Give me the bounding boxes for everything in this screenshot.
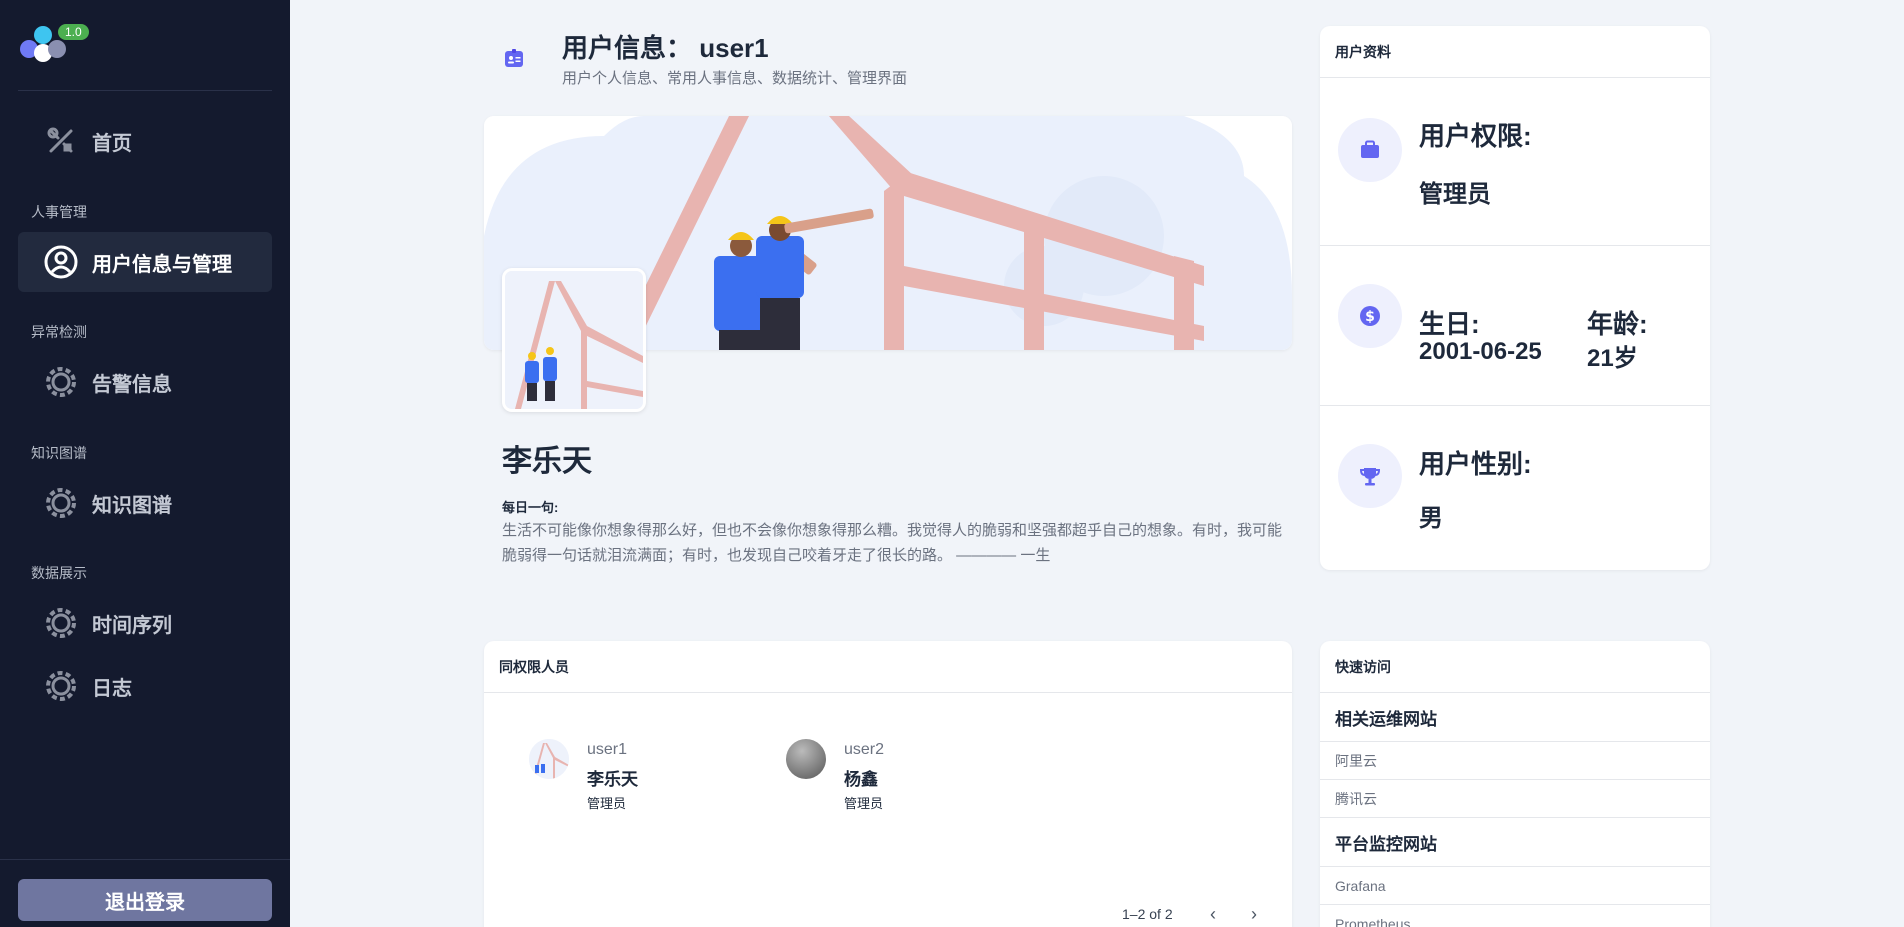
quick-access-link[interactable]: Prometheus <box>1320 905 1710 927</box>
logout-button[interactable]: 退出登录 <box>18 879 272 921</box>
avatar <box>786 739 826 779</box>
member-username: user2 <box>844 741 885 758</box>
permission-label: 用户权限: <box>1419 121 1532 151</box>
sidebar-item-label: 日志 <box>92 677 132 700</box>
gender-value: 男 <box>1419 505 1443 532</box>
avatar <box>502 268 646 412</box>
chevron-left-icon[interactable]: ‹ <box>1203 904 1223 924</box>
card-title: 同权限人员 <box>484 641 1292 693</box>
quick-access-link[interactable]: 腾讯云 <box>1320 780 1710 818</box>
member-name: 李乐天 <box>587 770 638 789</box>
sidebar-item-alerts[interactable]: 告警信息 <box>18 352 272 412</box>
user-info-card: 用户资料 用户权限: 管理员 $ 生日: 2001-06-25 年龄: 21岁 … <box>1320 26 1710 570</box>
birthday-value: 2001-06-25 <box>1419 338 1542 365</box>
app-logo[interactable]: 1.0 <box>18 24 89 64</box>
page-subtitle: 用户个人信息、常用人事信息、数据统计、管理界面 <box>562 70 908 87</box>
sidebar-item-user-management[interactable]: 用户信息与管理 <box>18 232 272 292</box>
sidebar-section-title: 人事管理 <box>31 204 87 220</box>
gender-row: 用户性别: 男 <box>1320 406 1710 570</box>
member-item[interactable]: user1 李乐天 管理员 <box>529 739 729 819</box>
sidebar-section-title: 异常检测 <box>31 324 87 340</box>
gear-icon <box>44 606 78 640</box>
member-username: user1 <box>587 741 628 758</box>
page-title: 用户信息： user1 <box>562 33 769 63</box>
trophy-icon <box>1338 444 1402 508</box>
sidebar: 1.0 首页 人事管理 用户信息与管理 异常检测 告警信息 知识图谱 知识图谱 … <box>0 0 290 927</box>
sidebar-divider <box>18 90 272 91</box>
dollar-icon: $ <box>1338 284 1402 348</box>
member-item[interactable]: user2 杨鑫 管理员 <box>786 739 986 819</box>
sidebar-item-label: 用户信息与管理 <box>92 253 232 276</box>
sidebar-item-label: 时间序列 <box>92 614 172 637</box>
motto-label: 每日一句: <box>502 500 559 515</box>
pagination-label: 1–2 of 2 <box>1122 906 1173 922</box>
age-value: 21岁 <box>1587 345 1638 372</box>
profile-name: 李乐天 <box>502 445 592 478</box>
sidebar-section-title: 数据展示 <box>31 565 87 581</box>
gender-label: 用户性别: <box>1419 449 1532 479</box>
briefcase-icon <box>1338 118 1402 182</box>
version-badge: 1.0 <box>58 24 89 40</box>
permission-value: 管理员 <box>1419 181 1491 208</box>
peers-card: 同权限人员 user1 李乐天 管理员 user2 杨鑫 管理员 <box>484 641 1292 927</box>
logo-dot <box>34 26 52 44</box>
quick-access-link[interactable]: 阿里云 <box>1320 742 1710 780</box>
member-role: 管理员 <box>587 796 627 811</box>
permission-row: 用户权限: 管理员 <box>1320 78 1710 246</box>
chevron-right-icon[interactable]: › <box>1244 904 1264 924</box>
quick-access-link[interactable]: Grafana <box>1320 867 1710 905</box>
card-title: 快速访问 <box>1320 641 1710 693</box>
avatar <box>529 739 569 779</box>
sidebar-item-time-series[interactable]: 时间序列 <box>18 593 272 653</box>
member-role: 管理员 <box>844 796 884 811</box>
sidebar-item-logs[interactable]: 日志 <box>18 656 272 716</box>
gear-icon <box>44 365 78 399</box>
svg-text:$: $ <box>1365 309 1375 325</box>
birthday-label: 生日: <box>1419 309 1480 339</box>
sidebar-item-home[interactable]: 首页 <box>18 111 272 171</box>
sidebar-divider <box>0 859 290 860</box>
sidebar-item-knowledge-graph[interactable]: 知识图谱 <box>18 473 272 533</box>
sidebar-item-label: 知识图谱 <box>92 494 172 517</box>
gear-icon <box>44 486 78 520</box>
motto-text: 生活不可能像你想象得那么好，但也不会像你想象得那么糟。我觉得人的脆弱和坚强都超乎… <box>502 522 1283 564</box>
card-title: 用户资料 <box>1320 26 1710 78</box>
sidebar-item-label: 告警信息 <box>92 373 172 396</box>
member-name: 杨鑫 <box>844 770 878 789</box>
gear-icon <box>44 669 78 703</box>
age-label: 年龄: <box>1587 309 1648 339</box>
id-badge-icon <box>502 46 526 70</box>
logo-dot <box>48 40 66 58</box>
tools-icon <box>44 124 78 158</box>
quick-access-group-title: 相关运维网站 <box>1320 693 1710 742</box>
birthday-row: $ 生日: 2001-06-25 年龄: 21岁 <box>1320 246 1710 406</box>
sidebar-item-label: 首页 <box>92 132 132 155</box>
quick-access-card: 快速访问 相关运维网站 阿里云 腾讯云 平台监控网站 Grafana Prome… <box>1320 641 1710 927</box>
sidebar-section-title: 知识图谱 <box>31 445 87 461</box>
user-circle-icon <box>44 245 78 279</box>
quick-access-group-title: 平台监控网站 <box>1320 818 1710 867</box>
